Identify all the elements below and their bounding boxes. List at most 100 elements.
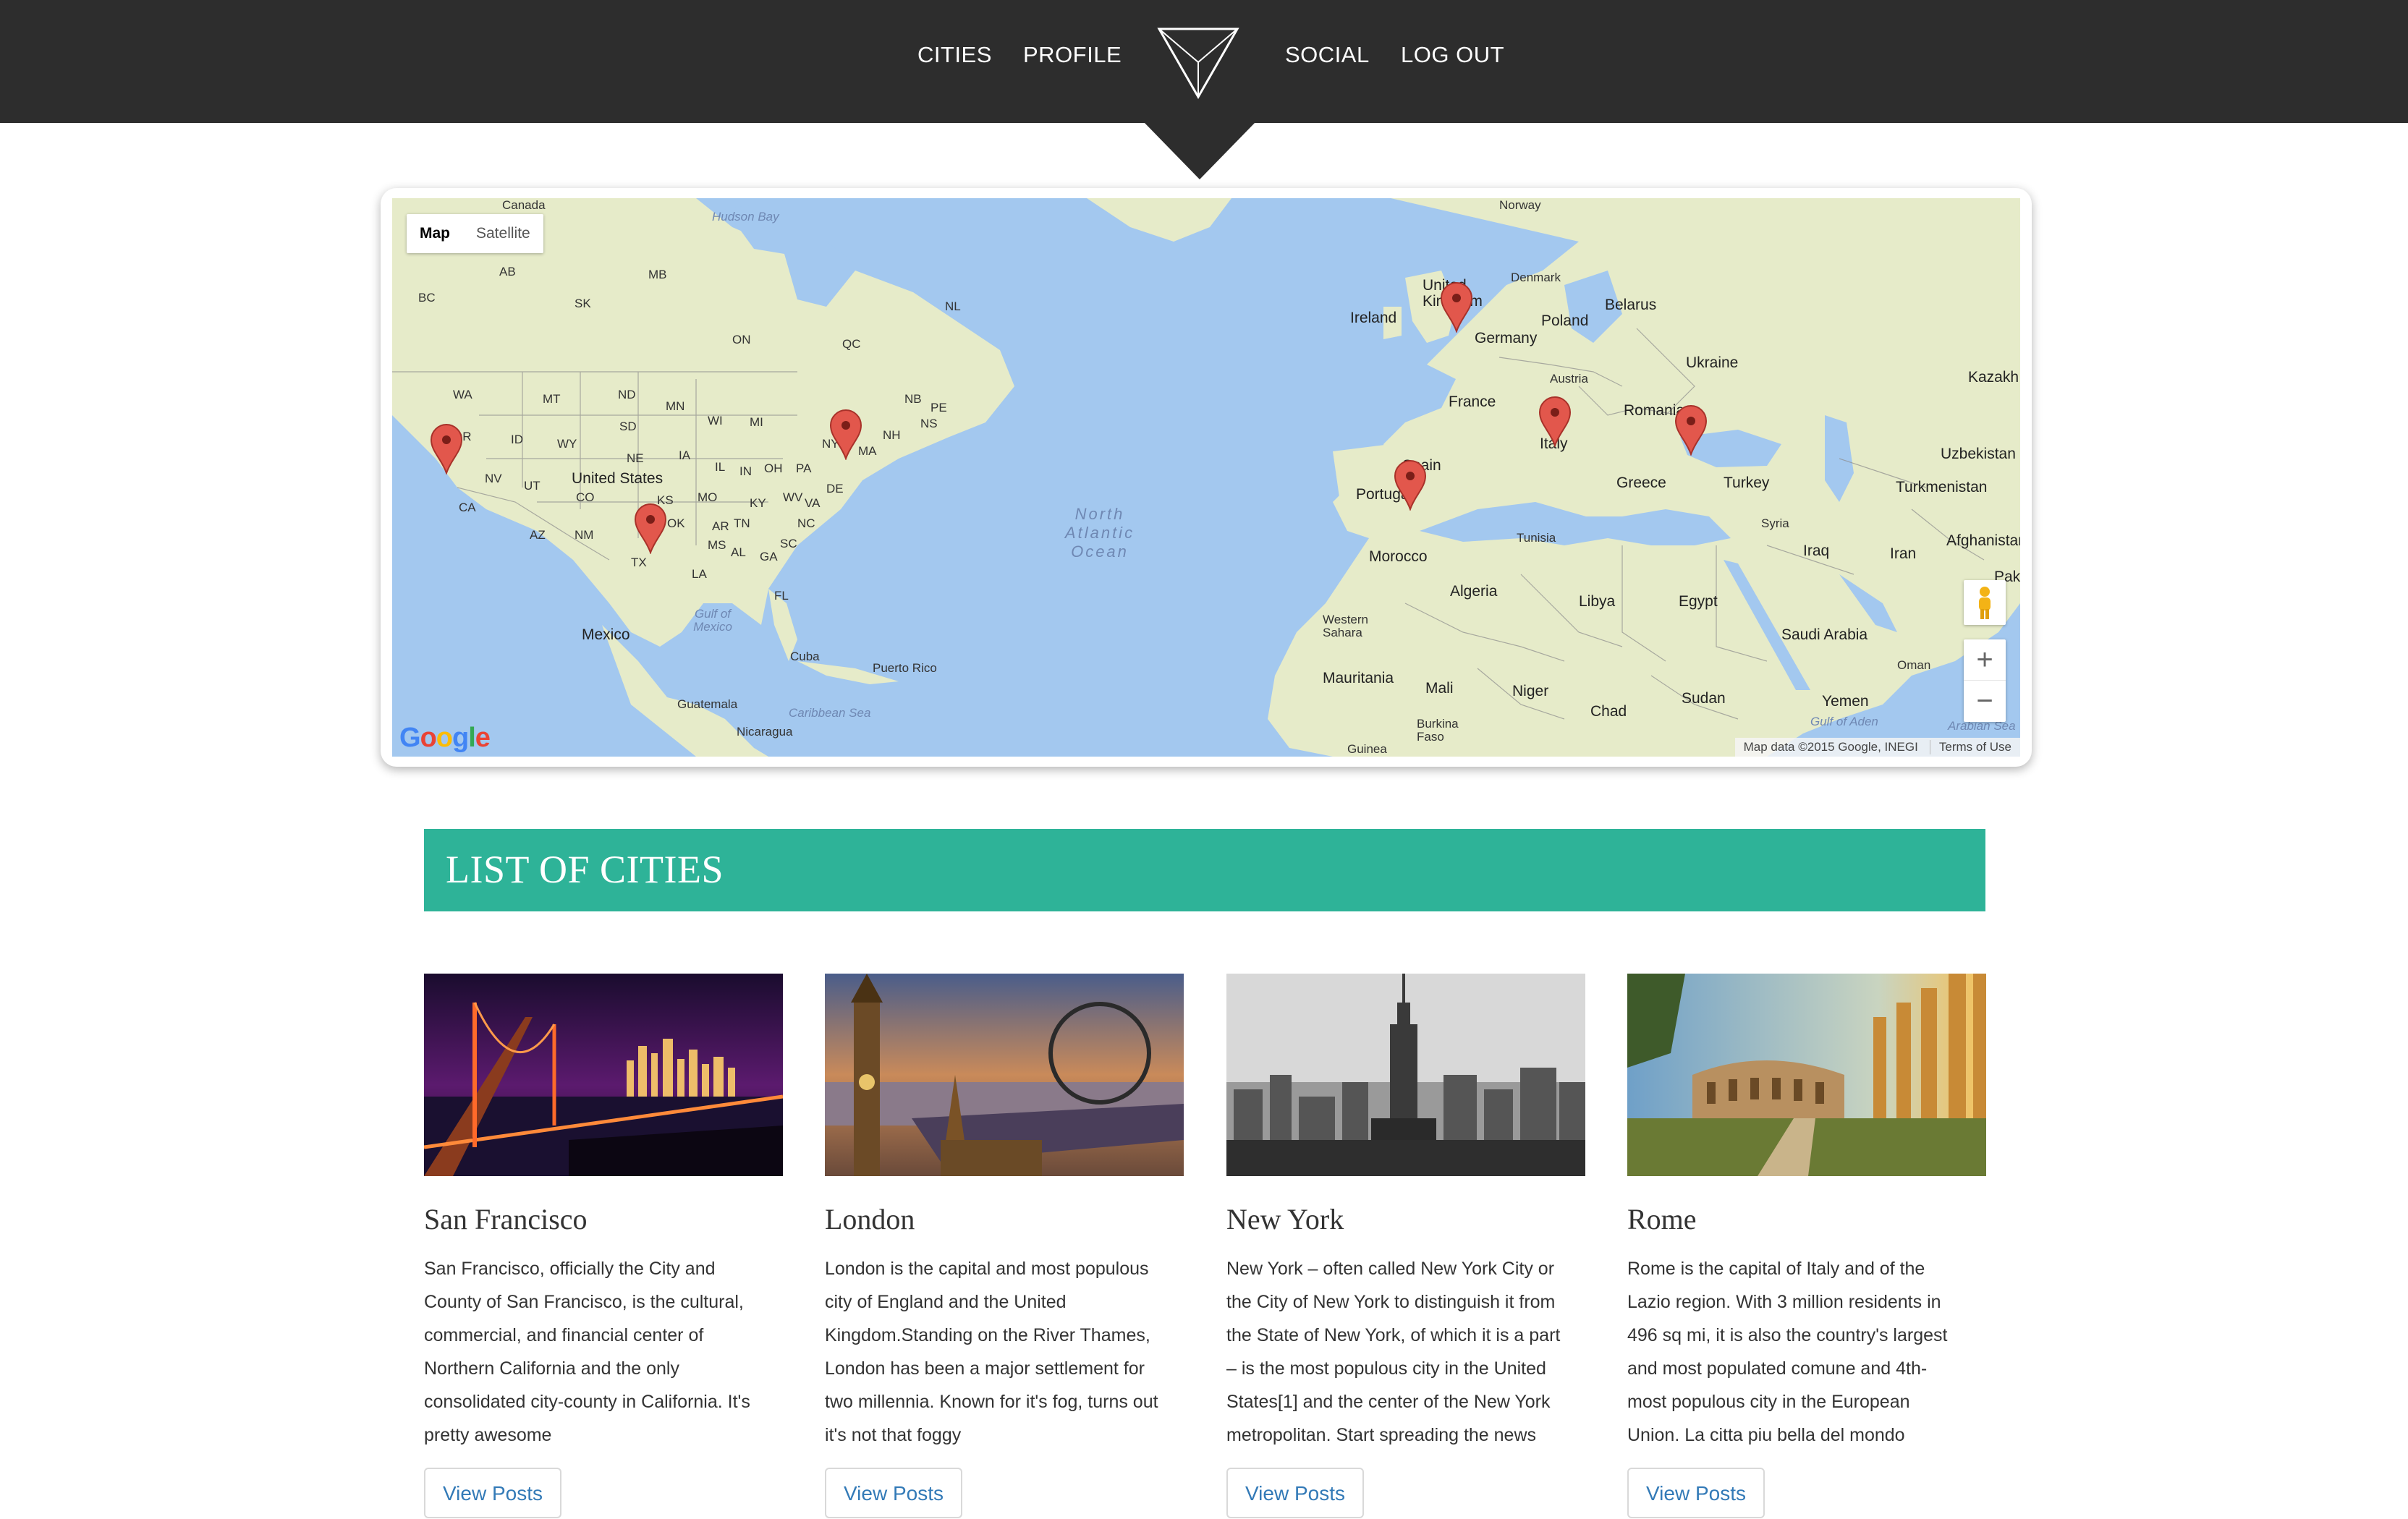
google-logo[interactable]: Google: [399, 723, 491, 754]
world-map[interactable]: Canada Hudson Bay AB MB SK BC NL ON QC W…: [392, 198, 2020, 757]
map-label-guinea: Guinea: [1347, 742, 1387, 756]
city-description: London is the capital and most populous c…: [825, 1259, 1158, 1445]
map-label-wi: WI: [708, 414, 723, 427]
map-label-libya: Libya: [1579, 593, 1616, 610]
map-label-de: DE: [826, 482, 844, 495]
map-marker-istanbul-icon[interactable]: [1674, 405, 1708, 456]
map-label-kazakh: Kazakh: [1968, 369, 2019, 386]
map-label-belarus: Belarus: [1605, 297, 1657, 313]
city-description: San Francisco, officially the City and Co…: [424, 1259, 750, 1445]
view-posts-button[interactable]: View Posts: [1226, 1468, 1364, 1518]
map-marker-new-york-icon[interactable]: [829, 409, 862, 460]
map-label-ne: NE: [627, 451, 644, 465]
map-label-nm: NM: [575, 528, 594, 542]
nav-cities-link[interactable]: CITIES: [917, 42, 992, 68]
map-label-denmark: Denmark: [1511, 271, 1561, 284]
map-label-bc: BC: [418, 291, 436, 305]
map-marker-rome-icon[interactable]: [1538, 396, 1572, 447]
view-posts-button[interactable]: View Posts: [825, 1468, 962, 1518]
list-of-cities-header: LIST OF CITIES: [424, 829, 1985, 911]
map-label-sc: SC: [780, 537, 797, 550]
map-marker-san-francisco-icon[interactable]: [430, 424, 463, 475]
map-label-yemen: Yemen: [1822, 693, 1869, 710]
map-data-credit: Map data ©2015 Google, INEGI: [1743, 740, 1918, 754]
map-label-wy: WY: [557, 437, 577, 451]
map-label-in: IN: [739, 464, 752, 478]
map-label-ar: AR: [712, 519, 729, 533]
map-label-sk: SK: [575, 297, 591, 310]
map-label-ok: OK: [667, 516, 685, 530]
inverted-triangle-logo-icon[interactable]: [1155, 22, 1242, 101]
map-marker-london-icon[interactable]: [1440, 282, 1473, 333]
map-label-algeria: Algeria: [1450, 583, 1498, 600]
map-label-nv: NV: [485, 472, 502, 485]
map-label-saudi-arabia: Saudi Arabia: [1781, 626, 1868, 643]
map-label-ga: GA: [760, 550, 778, 563]
map-label-cuba: Cuba: [790, 650, 820, 663]
map-label-egypt: Egypt: [1679, 593, 1718, 610]
map-label-mali: Mali: [1425, 680, 1454, 697]
map-label-united-states: United States: [572, 470, 664, 487]
map-label-france: France: [1449, 393, 1496, 410]
map-label-greece: Greece: [1616, 475, 1666, 491]
map-label-iraq: Iraq: [1803, 542, 1830, 559]
map-label-al: AL: [731, 545, 746, 559]
map-label-norway: Norway: [1499, 198, 1541, 212]
map-label-nicaragua: Nicaragua: [737, 725, 793, 739]
street-view-pegman-icon[interactable]: [1964, 580, 2006, 625]
terms-of-use-link[interactable]: Terms of Use: [1929, 740, 2011, 754]
city-description: New York – often called New York City or…: [1226, 1259, 1561, 1445]
map-label-tx: TX: [631, 556, 647, 569]
map-label-mb: MB: [648, 268, 667, 281]
map-label-ukraine: Ukraine: [1686, 354, 1739, 371]
city-name: Rome: [1627, 1203, 1697, 1235]
map-label-ab: AB: [499, 265, 516, 278]
map-label-nb: NB: [904, 392, 922, 406]
map-label-morocco: Morocco: [1369, 548, 1428, 565]
map-label-ireland: Ireland: [1350, 310, 1397, 326]
map-label-co: CO: [576, 490, 595, 504]
map-type-map-button[interactable]: Map: [407, 214, 463, 253]
map-type-satellite-button[interactable]: Satellite: [463, 214, 543, 253]
zoom-out-button[interactable]: −: [1964, 681, 2006, 722]
map-label-nc: NC: [797, 516, 815, 530]
nav-pointer-arrow: [1145, 123, 1255, 179]
zoom-in-button[interactable]: +: [1964, 639, 2006, 681]
city-card-san-francisco: San Francisco San Francisco, officially …: [424, 974, 783, 1518]
map-label-mexico: Mexico: [582, 626, 630, 643]
map-label-western-sahara: Western Sahara: [1323, 613, 1368, 639]
map-label-poland: Poland: [1541, 312, 1589, 329]
map-label-nd: ND: [618, 388, 636, 401]
new-york-photo[interactable]: [1226, 974, 1585, 1176]
view-posts-button[interactable]: View Posts: [424, 1468, 561, 1518]
map-label-guatemala: Guatemala: [677, 697, 738, 711]
map-label-nl: NL: [945, 299, 961, 313]
map-label-qc: QC: [842, 337, 861, 351]
map-label-burkina-faso: Burkina Faso: [1417, 717, 1459, 744]
san-francisco-photo[interactable]: [424, 974, 783, 1176]
map-type-control: Map Satellite: [407, 214, 543, 253]
map-label-austria: Austria: [1550, 372, 1588, 386]
map-label-oh: OH: [764, 461, 783, 475]
london-photo[interactable]: [825, 974, 1184, 1176]
map-label-ky: KY: [750, 496, 766, 510]
view-posts-button[interactable]: View Posts: [1627, 1468, 1765, 1518]
top-navbar: CITIES PROFILE SOCIAL LOG OUT: [0, 0, 2408, 123]
zoom-control: + −: [1964, 639, 2006, 722]
list-title: LIST OF CITIES: [446, 848, 724, 891]
map-marker-spain-icon[interactable]: [1394, 460, 1427, 511]
map-label-pe: PE: [930, 401, 947, 414]
nav-logout-link[interactable]: LOG OUT: [1401, 42, 1504, 68]
map-marker-texas-icon[interactable]: [634, 503, 667, 554]
map-label-pa: PA: [796, 461, 812, 475]
map-label-ut: UT: [524, 479, 540, 493]
city-description: Rome is the capital of Italy and of the L…: [1627, 1259, 1948, 1445]
map-label-ms: MS: [708, 538, 726, 552]
map-label-niger: Niger: [1512, 683, 1549, 699]
map-label-chad: Chad: [1590, 703, 1627, 720]
rome-photo[interactable]: [1627, 974, 1986, 1176]
nav-profile-link[interactable]: PROFILE: [1023, 42, 1122, 68]
nav-social-link[interactable]: SOCIAL: [1285, 42, 1370, 68]
map-label-sd: SD: [619, 420, 637, 433]
map-label-turkmenistan: Turkmenistan: [1896, 479, 1988, 495]
